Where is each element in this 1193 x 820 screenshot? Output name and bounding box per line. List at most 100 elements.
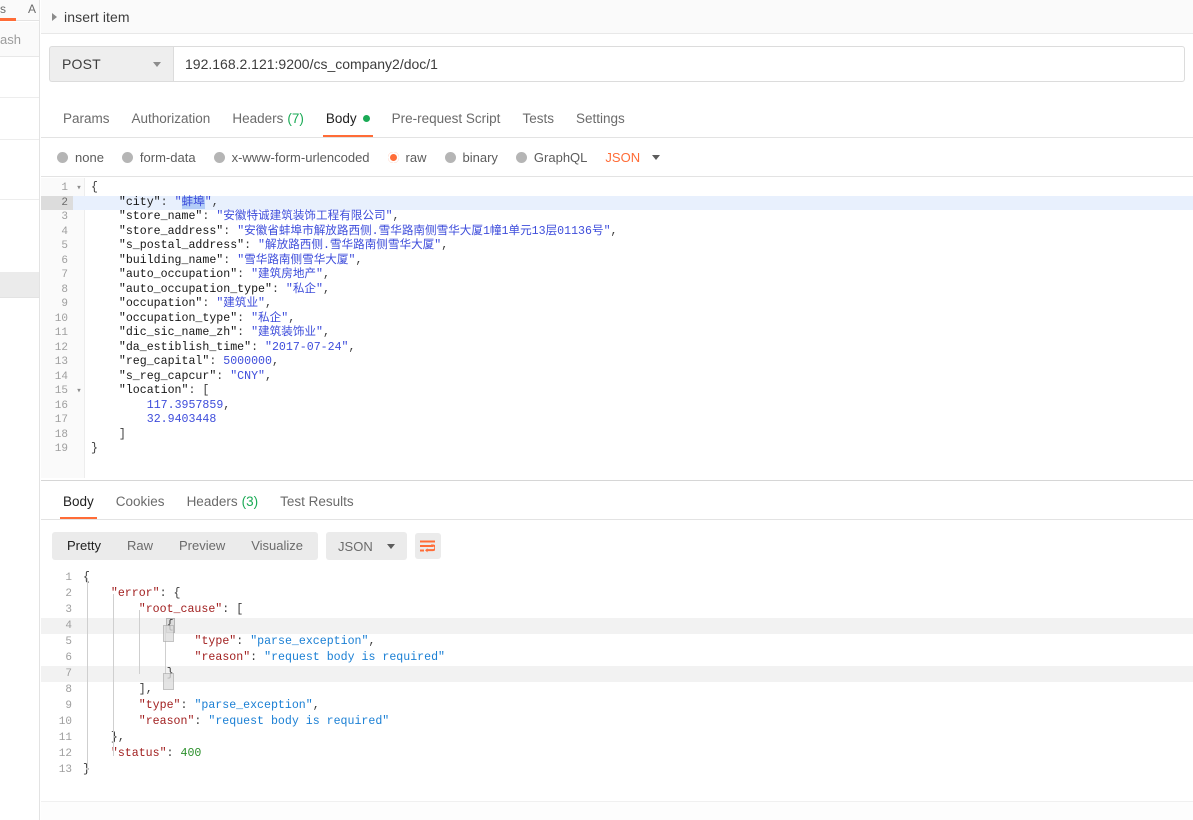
response-headers-count: (3) (241, 494, 259, 509)
sidebar-list-item[interactable] (0, 140, 39, 200)
indent-guide (139, 610, 140, 674)
body-type-urlencoded[interactable]: x-www-form-urlencoded (213, 150, 370, 165)
radio-icon (213, 152, 225, 163)
line-number: 19 (54, 443, 68, 455)
line-number: 5 (61, 240, 68, 252)
code-text: "dic_sic_name_zh": "建筑装饰业", (118, 326, 330, 339)
response-view-visualize[interactable]: Visualize (238, 534, 316, 558)
body-format-select[interactable]: JSON (605, 150, 661, 165)
status-bar (41, 801, 1193, 820)
response-tab-headers[interactable]: Headers (3) (176, 487, 270, 519)
fold-toggle-icon[interactable]: ▾ (73, 181, 85, 196)
http-method-select[interactable]: POST (49, 46, 173, 82)
response-code-lines: 1{2 "error": {3 "root_cause": [4 {5 "typ… (41, 570, 1193, 778)
line-number: 4 (61, 225, 68, 238)
body-type-row: none form-data x-www-form-urlencoded raw… (41, 139, 1193, 177)
tab-settings[interactable]: Settings (565, 102, 636, 137)
body-type-graphql[interactable]: GraphQL (515, 150, 587, 165)
code-line: 1{ (41, 570, 1193, 586)
body-type-form-data[interactable]: form-data (121, 150, 196, 165)
sidebar-tabs: s A (0, 0, 39, 21)
pane-splitter[interactable] (41, 480, 1193, 481)
breadcrumb[interactable]: insert item (41, 0, 1193, 34)
chevron-down-icon (153, 61, 161, 67)
code-line: 9 "occupation": "建筑业", (41, 297, 1193, 312)
code-line: 17 32.9403448 (41, 413, 1193, 428)
sidebar-list-item[interactable] (0, 98, 39, 140)
code-line: 13} (41, 762, 1193, 778)
url-input[interactable]: 192.168.2.121:9200/cs_company2/doc/1 (173, 46, 1185, 82)
word-wrap-button[interactable] (414, 533, 441, 559)
tab-authorization[interactable]: Authorization (121, 102, 222, 137)
code-line: 13 "reg_capital": 5000000, (41, 355, 1193, 370)
tab-label: Tests (522, 111, 554, 126)
tab-label: Settings (575, 111, 625, 126)
url-text: 192.168.2.121:9200/cs_company2/doc/1 (185, 56, 438, 72)
line-number: 16 (54, 399, 68, 412)
code-line: 9 "type": "parse_exception", (41, 698, 1193, 714)
code-line: 3 "store_name": "安徽特诚建筑装饰工程有限公司", (41, 210, 1193, 225)
response-tab-cookies[interactable]: Cookies (105, 487, 176, 519)
tab-label: Body (63, 494, 94, 509)
radio-label: binary (462, 150, 498, 165)
code-text: "occupation": "建筑业", (118, 297, 272, 310)
body-format-label: JSON (605, 150, 641, 165)
headers-count: (7) (287, 111, 304, 126)
code-line: 4 "store_address": "安徽省蚌埠市解放路西侧.雪华路南侧雪华大… (41, 225, 1193, 240)
fold-toggle-icon[interactable]: ▾ (73, 384, 85, 399)
tab-params[interactable]: Params (52, 102, 121, 137)
line-number: 13 (54, 356, 68, 368)
sidebar-list-item-selected[interactable] (0, 272, 39, 298)
response-format-select[interactable]: JSON (326, 532, 407, 560)
sidebar-tab-a[interactable]: s (0, 2, 6, 16)
line-number: 17 (54, 414, 68, 426)
sidebar-tab-underline (0, 18, 16, 21)
request-title: insert item (64, 8, 130, 25)
sidebar-tab-b[interactable]: A (28, 2, 36, 16)
response-view-preview[interactable]: Preview (166, 534, 238, 558)
response-view-raw[interactable]: Raw (114, 534, 166, 558)
request-tab-bar: Params Authorization Headers (7) Body Pre… (41, 102, 1193, 138)
line-number: 3 (61, 211, 68, 223)
response-tab-test-results[interactable]: Test Results (269, 487, 365, 519)
radio-selected-icon (387, 152, 399, 163)
response-tab-body[interactable]: Body (52, 487, 105, 519)
indent-guide (87, 578, 88, 773)
response-view-pretty[interactable]: Pretty (54, 534, 114, 558)
radio-icon (121, 152, 133, 163)
body-type-none[interactable]: none (57, 150, 104, 165)
sidebar-list-item[interactable] (0, 57, 39, 98)
chevron-down-icon (652, 155, 661, 160)
code-text: "store_address": "安徽省蚌埠市解放路西侧.雪华路南侧雪华大厦1… (118, 224, 618, 238)
request-body-editor[interactable]: 1 ▾{2 "city": "蚌埠", 3 "store_name": "安徽特诚建… (41, 178, 1193, 478)
code-line: 6 "building_name": "雪华路南侧雪华大厦", (41, 254, 1193, 269)
tab-tests[interactable]: Tests (511, 102, 565, 137)
url-bar: POST 192.168.2.121:9200/cs_company2/doc/… (41, 35, 1193, 93)
code-text: 117.3957859, (146, 398, 231, 412)
code-text: "da_estiblish_time": "2017-07-24", (118, 340, 356, 354)
tab-label: Body (325, 111, 357, 126)
tab-pre-request-script[interactable]: Pre-request Script (381, 102, 512, 137)
code-line: 5 "s_postal_address": "解放路西侧.雪华路南侧雪华大厦", (41, 239, 1193, 254)
response-body-editor[interactable]: 1{2 "error": {3 "root_cause": [4 {5 "typ… (41, 570, 1193, 800)
tab-headers[interactable]: Headers (7) (221, 102, 315, 137)
code-line: 11 "dic_sic_name_zh": "建筑装饰业", (41, 326, 1193, 341)
radio-icon (444, 152, 456, 163)
radio-label: form-data (139, 150, 196, 165)
body-type-binary[interactable]: binary (444, 150, 498, 165)
code-text: "s_reg_capcur": "CNY", (118, 369, 272, 383)
sidebar-search-input[interactable]: ash (0, 22, 39, 57)
body-type-raw[interactable]: raw (387, 150, 427, 165)
code-text: { (77, 618, 175, 634)
code-text: "reason": "request body is required" (194, 651, 446, 664)
tab-body[interactable]: Body (315, 102, 381, 137)
